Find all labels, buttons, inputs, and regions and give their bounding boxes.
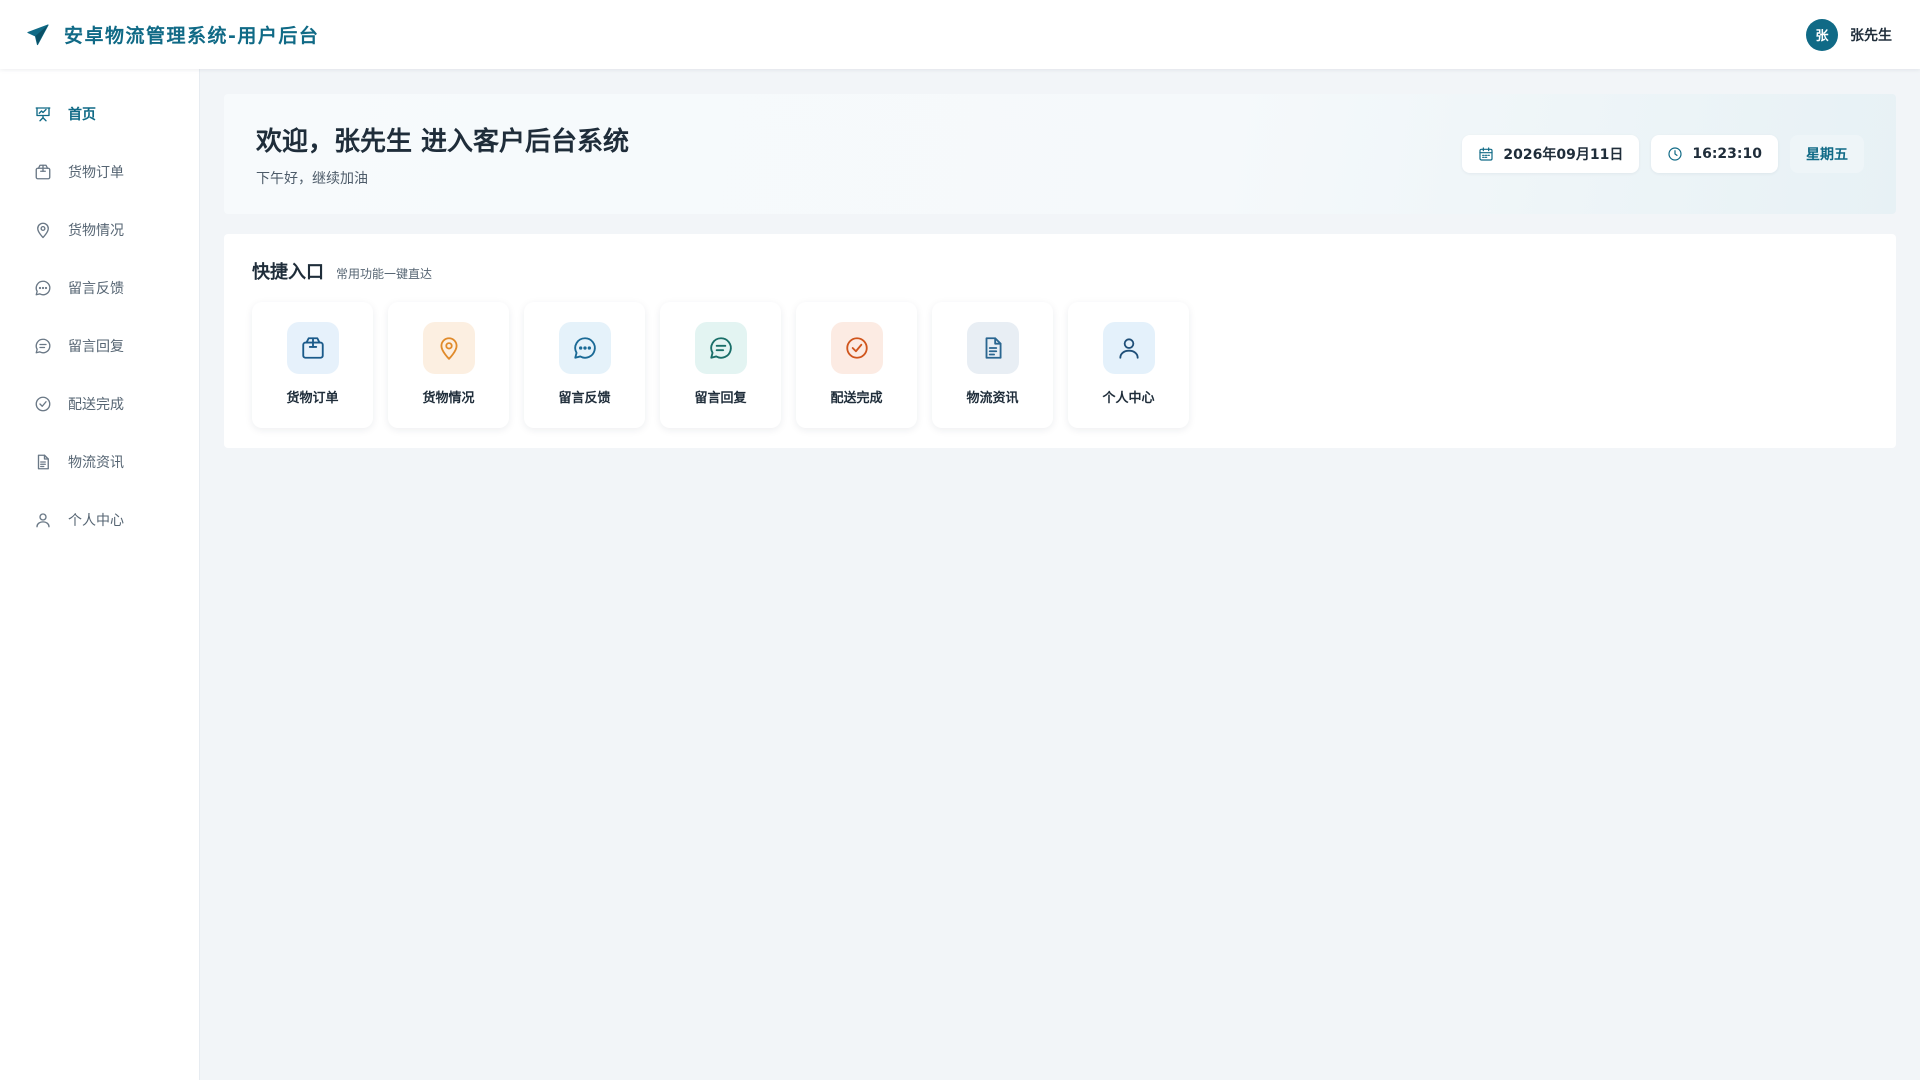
sidebar-item-label: 配送完成 [68, 397, 124, 413]
check-circle-icon [830, 322, 883, 374]
chat-lines-icon [694, 322, 747, 374]
map-pin-icon [34, 221, 52, 239]
tile-label: 留言反馈 [558, 391, 611, 406]
quick-tile-news[interactable]: 物流资讯 [932, 302, 1053, 428]
sidebar-item-news[interactable]: 物流资讯 [0, 433, 199, 491]
brand[interactable]: 安卓物流管理系统-用户后台 [26, 21, 319, 48]
tile-label: 配送完成 [830, 391, 883, 406]
sidebar-item-home[interactable]: 首页 [0, 85, 199, 143]
sidebar-item-label: 货物情况 [68, 223, 124, 239]
calendar-icon [1478, 146, 1494, 162]
quick-tile-replies[interactable]: 留言回复 [660, 302, 781, 428]
sidebar-item-feedback[interactable]: 留言反馈 [0, 259, 199, 317]
chat-lines-icon [34, 337, 52, 355]
quick-entry-header: 快捷入口 常用功能一键直达 [252, 258, 1868, 284]
weekday-text: 星期五 [1806, 147, 1848, 163]
sidebar-item-replies[interactable]: 留言回复 [0, 317, 199, 375]
map-pin-icon [422, 322, 475, 374]
sidebar-item-delivered[interactable]: 配送完成 [0, 375, 199, 433]
sidebar-item-orders[interactable]: 货物订单 [0, 143, 199, 201]
avatar[interactable]: 张 [1806, 18, 1838, 51]
time-text: 16:23:10 [1692, 146, 1762, 162]
welcome-title: 欢迎，张先生 进入客户后台系统 [256, 126, 630, 157]
sidebar-item-label: 个人中心 [68, 513, 124, 529]
tile-label: 个人中心 [1102, 391, 1155, 406]
tile-label: 物流资讯 [966, 391, 1019, 406]
welcome-text: 欢迎，张先生 进入客户后台系统 下午好，继续加油 [256, 121, 629, 188]
sidebar: 首页 货物订单 货物情况 留言反馈 留言回复 配送完成 物流资讯 个人中心 [0, 69, 200, 1080]
quick-tile-cargo-status[interactable]: 货物情况 [388, 302, 509, 428]
clock-icon [1667, 146, 1683, 162]
user-icon [1102, 322, 1155, 374]
quick-tile-orders[interactable]: 货物订单 [252, 302, 373, 428]
sidebar-item-label: 货物订单 [68, 165, 124, 181]
user-name[interactable]: 张先生 [1850, 25, 1892, 45]
top-header: 安卓物流管理系统-用户后台 张 张先生 [0, 0, 1920, 69]
time-chip: 16:23:10 [1651, 135, 1778, 173]
tile-label: 货物订单 [286, 391, 339, 406]
sidebar-item-cargo-status[interactable]: 货物情况 [0, 201, 199, 259]
quick-tile-delivered[interactable]: 配送完成 [796, 302, 917, 428]
welcome-subtitle: 下午好，继续加油 [256, 170, 368, 187]
quick-tile-profile[interactable]: 个人中心 [1068, 302, 1189, 428]
check-circle-icon [34, 395, 52, 413]
quick-entry-subtitle: 常用功能一键直达 [336, 267, 433, 281]
sidebar-item-label: 留言反馈 [68, 281, 124, 297]
quick-entry-tiles: 货物订单 货物情况 留言反馈 留言回复 配送完成 物流资讯 个人中心 [252, 302, 1868, 428]
quick-entry-title: 快捷入口 [252, 262, 324, 283]
sidebar-item-label: 物流资讯 [68, 455, 124, 471]
date-chip: 2026年09月11日 [1462, 135, 1640, 173]
paper-plane-icon [26, 23, 50, 47]
date-text: 2026年09月11日 [1503, 147, 1624, 163]
document-icon [966, 322, 1019, 374]
chat-dots-icon [34, 279, 52, 297]
tile-label: 留言回复 [694, 391, 747, 406]
tile-label: 货物情况 [422, 391, 475, 406]
app-title: 安卓物流管理系统-用户后台 [64, 25, 320, 47]
quick-tile-feedback[interactable]: 留言反馈 [524, 302, 645, 428]
welcome-banner: 欢迎，张先生 进入客户后台系统 下午好，继续加油 2026年09月11日 16:… [224, 94, 1896, 214]
presentation-chart-icon [34, 105, 52, 123]
datetime-chips: 2026年09月11日 16:23:10 星期五 [1462, 135, 1864, 173]
user-menu[interactable]: 张 张先生 [1806, 18, 1892, 51]
package-icon [286, 322, 339, 374]
user-icon [34, 511, 52, 529]
document-icon [34, 453, 52, 471]
weekday-chip: 星期五 [1790, 135, 1864, 173]
package-icon [34, 163, 52, 181]
sidebar-item-profile[interactable]: 个人中心 [0, 491, 199, 549]
sidebar-item-label: 留言回复 [68, 339, 124, 355]
chat-dots-icon [558, 322, 611, 374]
sidebar-item-label: 首页 [68, 107, 96, 123]
quick-entry-panel: 快捷入口 常用功能一键直达 货物订单 货物情况 留言反馈 留言回复 配送完成 物… [224, 234, 1896, 448]
